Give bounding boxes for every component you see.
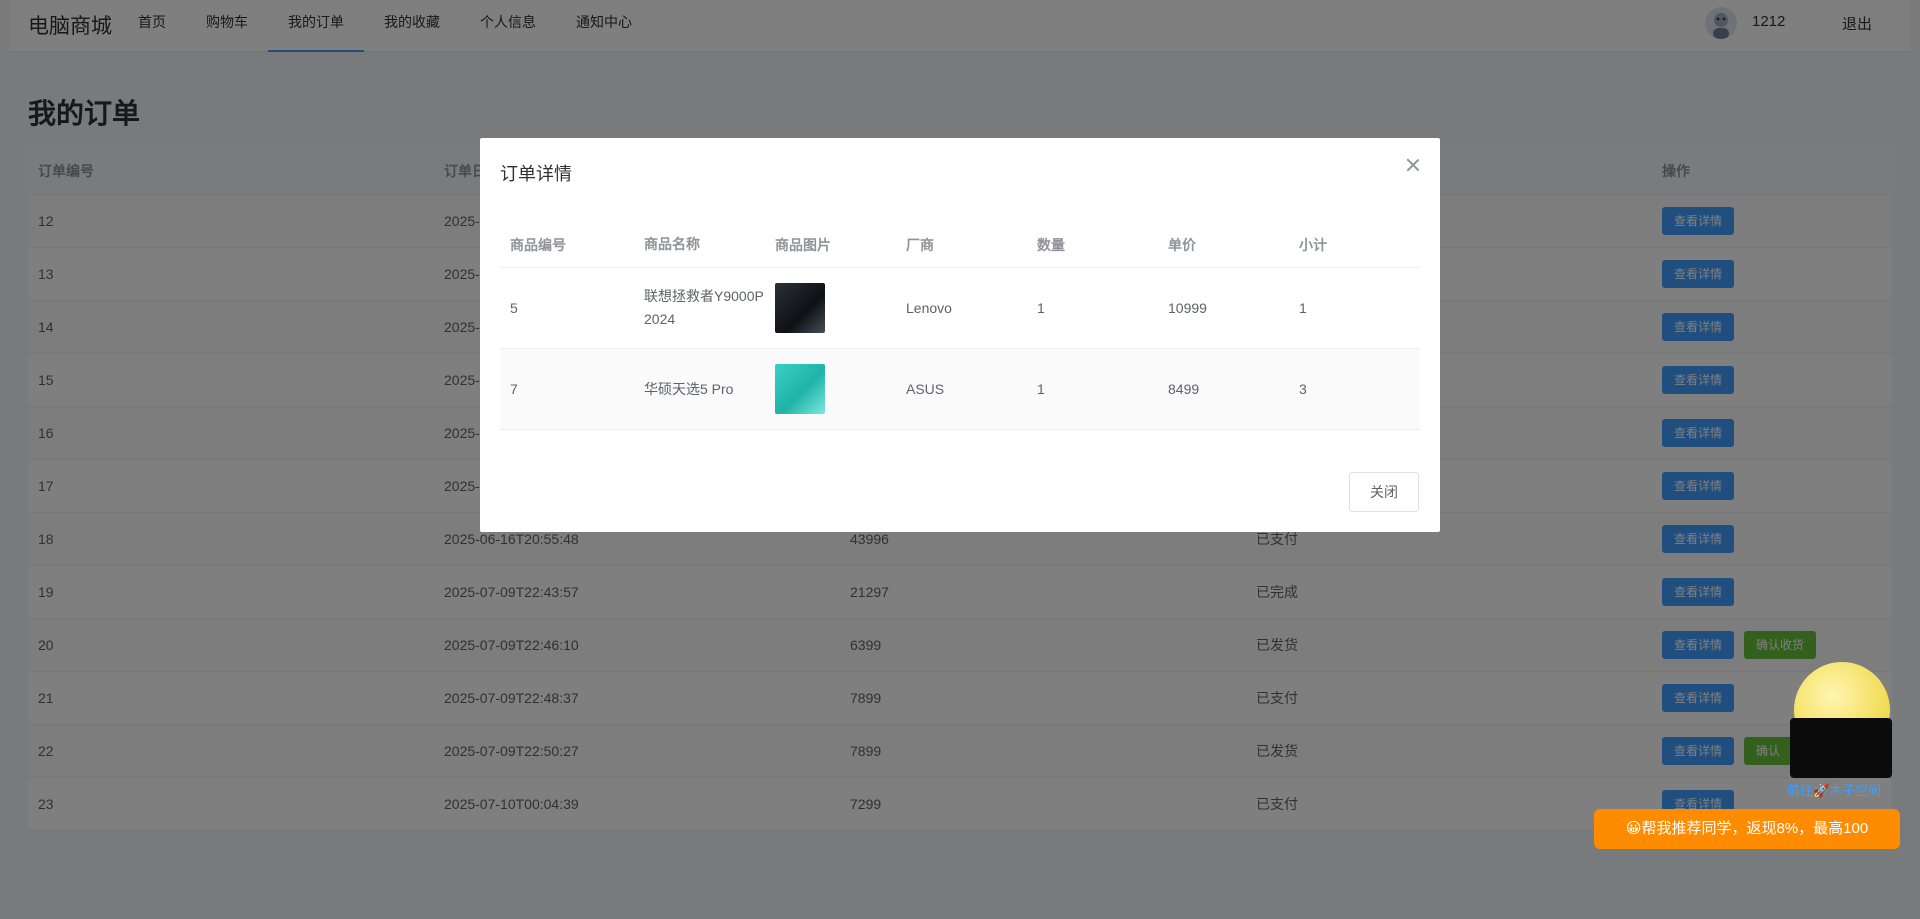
- product-unit-price: 8499: [1168, 381, 1200, 397]
- close-icon[interactable]: [1404, 156, 1422, 174]
- col-header-product-image: 商品图片: [775, 236, 831, 253]
- product-subtotal: 3: [1299, 381, 1307, 397]
- dialog-title: 订单详情: [500, 164, 572, 184]
- product-quantity: 1: [1037, 381, 1045, 397]
- col-header-quantity: 数量: [1037, 236, 1065, 253]
- order-detail-dialog: 订单详情 商品编号 商品名称 商品图片 厂商 数量 单价 小计 5 联想拯救者Y…: [480, 138, 1440, 532]
- col-header-unit-price: 单价: [1168, 236, 1196, 253]
- order-item-row: 5 联想拯救者Y9000P 2024 Lenovo 1 10999 1: [500, 268, 1420, 349]
- promo-banner[interactable]: 😀帮我推荐同学，返现8%，最高100: [1594, 809, 1900, 849]
- order-item-row: 7 华硕天选5 Pro ASUS 1 8499 3: [500, 349, 1420, 430]
- product-quantity: 1: [1037, 300, 1045, 316]
- product-maker: ASUS: [906, 381, 945, 397]
- col-header-subtotal: 小计: [1299, 236, 1327, 253]
- mascot-widget[interactable]: [1780, 660, 1898, 778]
- product-image-cell: [765, 283, 896, 333]
- product-image[interactable]: [775, 364, 825, 414]
- product-subtotal: 1: [1299, 300, 1307, 316]
- col-header-product-id: 商品编号: [510, 236, 566, 253]
- product-image[interactable]: [775, 283, 825, 333]
- mascot-link[interactable]: 前往🚀木子空间: [1787, 780, 1881, 799]
- product-id: 7: [510, 381, 518, 397]
- product-name: 联想拯救者Y9000P 2024: [644, 288, 764, 327]
- product-unit-price: 10999: [1168, 300, 1207, 316]
- order-items-header: 商品编号 商品名称 商品图片 厂商 数量 单价 小计: [500, 222, 1420, 268]
- product-maker: Lenovo: [906, 300, 952, 316]
- mascot-laptop-icon: [1790, 718, 1892, 778]
- col-header-product-name: 商品名称: [644, 236, 700, 252]
- product-image-cell: [765, 364, 896, 414]
- product-id: 5: [510, 300, 518, 316]
- close-button[interactable]: 关闭: [1349, 472, 1419, 512]
- product-name: 华硕天选5 Pro: [644, 380, 734, 397]
- order-items-table: 商品编号 商品名称 商品图片 厂商 数量 单价 小计 5 联想拯救者Y9000P…: [500, 222, 1420, 430]
- col-header-maker: 厂商: [906, 236, 934, 253]
